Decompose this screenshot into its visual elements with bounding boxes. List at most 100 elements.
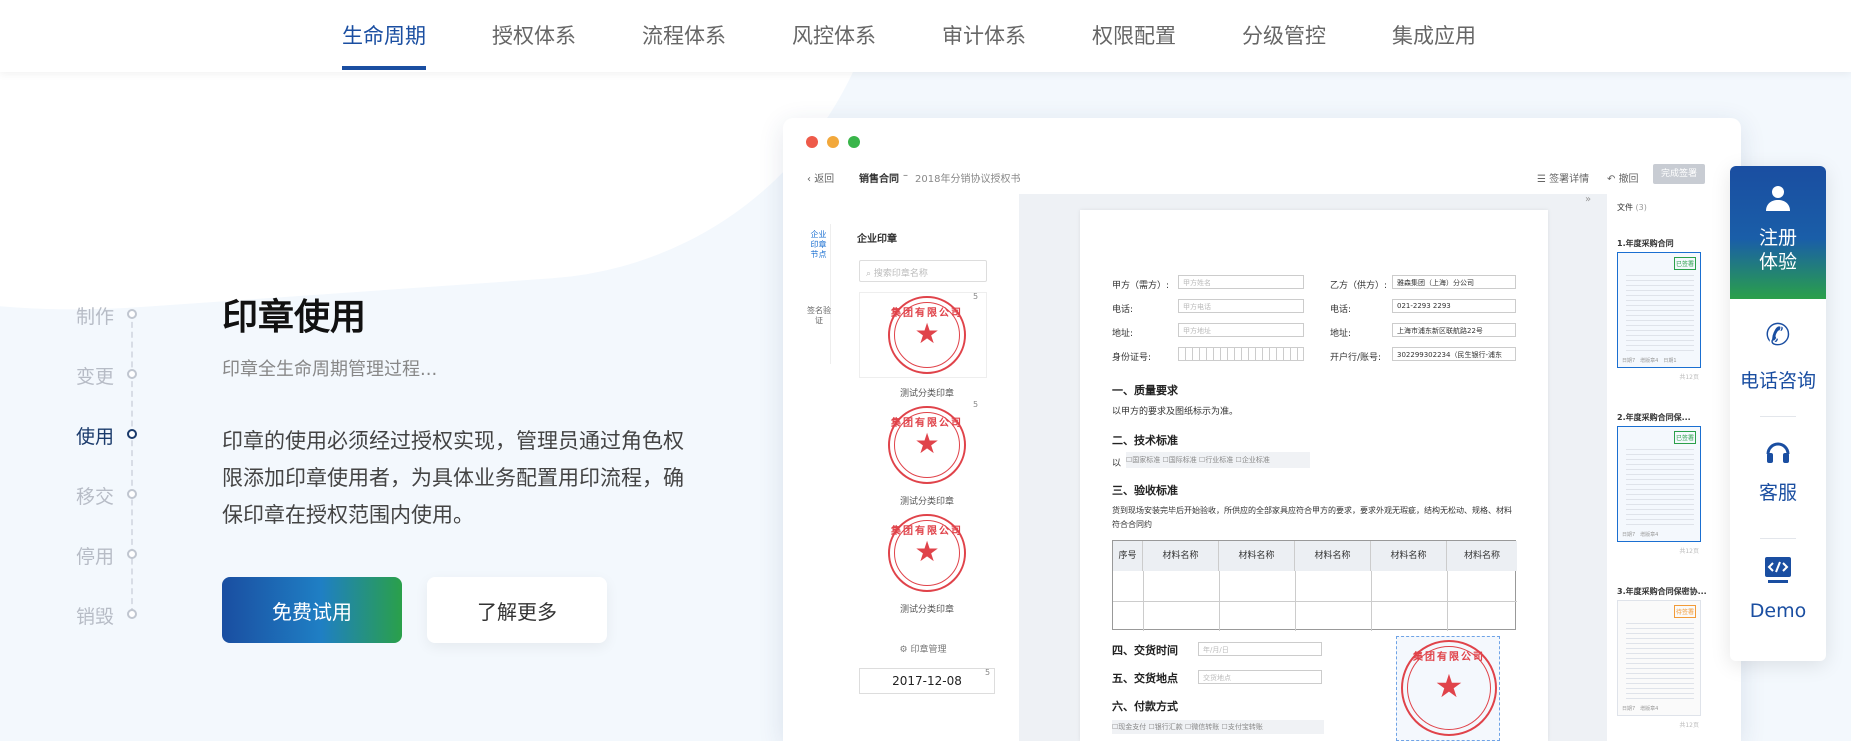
star-icon: ★ bbox=[914, 317, 940, 350]
tab-permissions[interactable]: 权限配置 bbox=[1092, 20, 1176, 50]
side-tab-stamps[interactable]: 企业印章节点 bbox=[807, 224, 831, 364]
timeline-suspend[interactable]: 停用 bbox=[76, 542, 114, 569]
timeline-change[interactable]: 变更 bbox=[76, 362, 114, 389]
register-button[interactable]: 注册体验 bbox=[1730, 166, 1826, 299]
phone-consult-button[interactable]: ✆ 电话咨询 bbox=[1730, 314, 1826, 404]
id-field[interactable] bbox=[1178, 347, 1304, 361]
timeline-dot bbox=[127, 369, 137, 379]
tech-options: ☐国家标准 ☐国际标准 ☐行业标准 ☐企业标准 bbox=[1126, 452, 1310, 468]
party-b-field[interactable]: 雅森集团（上海）分公司 bbox=[1392, 275, 1516, 289]
window-maximize-dot bbox=[848, 136, 860, 148]
file-thumbnail[interactable]: 待签署 日期7 增版章4 bbox=[1617, 600, 1701, 716]
timeline-destroy[interactable]: 销毁 bbox=[76, 602, 114, 629]
tab-integration[interactable]: 集成应用 bbox=[1392, 20, 1476, 50]
checkbox-option[interactable]: ☐国家标准 bbox=[1126, 456, 1163, 464]
stamp-search-input[interactable]: ⌕ 搜索印章名称 bbox=[859, 260, 987, 282]
bank-field[interactable]: 302299302234（民生银行-浦东 bbox=[1392, 347, 1516, 361]
addr-b-field[interactable]: 上海市浦东新区联航路22号 bbox=[1392, 323, 1516, 337]
phone-a-field[interactable]: 甲方电话 bbox=[1178, 299, 1304, 313]
collapse-icon[interactable]: » bbox=[1585, 194, 1591, 205]
side-tab-verify[interactable]: 签名验证 bbox=[807, 306, 831, 326]
addr-a-label: 地址: bbox=[1112, 329, 1134, 339]
file-name[interactable]: 2.年度采购合同保... bbox=[1617, 412, 1691, 423]
checkbox-option[interactable]: ☐企业标准 bbox=[1236, 456, 1270, 464]
file-panel: 文件 (3) » 1.年度采购合同 已签署 日期7 增版章4 日期1 共12页 … bbox=[1585, 194, 1727, 741]
page-preview bbox=[1626, 623, 1694, 703]
floating-contact-bar: 注册体验 ✆ 电话咨询 客服 Demo bbox=[1730, 166, 1826, 661]
date-field[interactable]: 2017-12-08 bbox=[859, 668, 995, 694]
page-title: 印章使用 bbox=[222, 297, 367, 338]
party-b-label: 乙方（供方）: bbox=[1330, 281, 1388, 291]
payment-options: ☐现金支付 ☐银行汇款 ☐微信转账 ☐支付宝转账 bbox=[1112, 720, 1324, 734]
table-header: 材料名称 bbox=[1447, 541, 1517, 571]
user-icon bbox=[1766, 186, 1790, 211]
back-link[interactable]: ‹ 返回 bbox=[807, 170, 834, 185]
stamp-image[interactable]: 集团有限公司 ★ bbox=[888, 406, 966, 484]
file-name[interactable]: 1.年度采购合同 bbox=[1617, 238, 1674, 249]
stamp-manage-link[interactable]: ⚙ 印章管理 bbox=[859, 642, 987, 655]
checkbox-option[interactable]: ☐银行汇款 bbox=[1149, 723, 1186, 731]
tab-risk-control[interactable]: 风控体系 bbox=[792, 20, 876, 50]
tab-lifecycle[interactable]: 生命周期 bbox=[342, 20, 426, 70]
table-col-divider bbox=[1295, 571, 1296, 631]
addr-a-field[interactable]: 甲方地址 bbox=[1178, 323, 1304, 337]
breadcrumb-main[interactable]: 销售合同 bbox=[859, 170, 899, 185]
checkbox-option[interactable]: ☐支付宝转账 bbox=[1222, 723, 1263, 731]
section-acceptance: 三、验收标准 bbox=[1112, 484, 1178, 497]
checkbox-option[interactable]: ☐行业标准 bbox=[1199, 456, 1236, 464]
finish-sign-button[interactable]: 完成签署 bbox=[1653, 164, 1705, 184]
phone-consult-label: 电话咨询 bbox=[1739, 370, 1816, 392]
stamp-count: 5 bbox=[973, 400, 979, 409]
file-thumbnail[interactable]: 已签署 日期7 增版章4 日期1 bbox=[1617, 252, 1701, 368]
file-name[interactable]: 3.年度采购合同保密协... bbox=[1617, 586, 1707, 597]
delivery-place-field[interactable]: 交货地点 bbox=[1198, 670, 1322, 684]
timeline-transfer[interactable]: 移交 bbox=[76, 482, 114, 509]
demo-button[interactable]: Demo bbox=[1730, 556, 1826, 646]
timeline-dot-active bbox=[127, 429, 137, 439]
tab-workflow[interactable]: 流程体系 bbox=[642, 20, 726, 50]
timeline-use[interactable]: 使用 bbox=[76, 422, 114, 449]
sign-detail-link[interactable]: ☰ 签署详情 bbox=[1537, 170, 1589, 185]
breadcrumb-sep: – bbox=[903, 170, 908, 181]
delivery-time-field[interactable]: 年/月/日 bbox=[1198, 642, 1322, 656]
free-trial-button[interactable]: 免费试用 bbox=[222, 577, 402, 643]
page-preview bbox=[1626, 449, 1694, 529]
checkbox-option[interactable]: ☐微信转账 bbox=[1185, 723, 1222, 731]
page-description: 印章的使用必须经过授权实现，管理员通过角色权限添加印章使用者，为具体业务配置用印… bbox=[222, 429, 684, 527]
stamp-label: 测试分类印章 bbox=[899, 389, 954, 399]
phone-b-field[interactable]: 021-2293 2293 bbox=[1392, 299, 1516, 313]
file-pages: 共12页 bbox=[1679, 722, 1699, 729]
customer-service-button[interactable]: 客服 bbox=[1730, 434, 1826, 524]
timeline-make[interactable]: 制作 bbox=[76, 302, 114, 329]
tab-audit[interactable]: 审计体系 bbox=[942, 20, 1026, 50]
phone-b-label: 电话: bbox=[1330, 305, 1352, 315]
tab-authorization[interactable]: 授权体系 bbox=[492, 20, 576, 50]
stamp-label: 测试分类印章 bbox=[899, 605, 954, 615]
acceptance-text: 货到现场安装完毕后开始验收，所供应的全部家具应符合甲方的要求，要求外观无瑕疵，结… bbox=[1112, 506, 1512, 529]
section-delivery-place: 五、交货地点 bbox=[1112, 672, 1178, 685]
section-payment: 六、付款方式 bbox=[1112, 700, 1178, 713]
stamp-count: 5 bbox=[973, 292, 979, 301]
star-icon: ★ bbox=[914, 427, 940, 460]
table-header: 序号 bbox=[1113, 541, 1143, 571]
undo-icon: ↶ bbox=[1607, 174, 1619, 185]
revoke-link[interactable]: ↶ 撤回 bbox=[1607, 170, 1639, 185]
checkbox-option[interactable]: ☐国际标准 bbox=[1163, 456, 1200, 464]
divider bbox=[1760, 416, 1796, 417]
timeline-dot bbox=[127, 309, 137, 319]
table-header: 材料名称 bbox=[1143, 541, 1219, 571]
stamp-image: 集团有限公司 ★ bbox=[888, 296, 966, 374]
date-count: 5 bbox=[985, 668, 991, 677]
file-thumbnail[interactable]: 已签署 日期7 增版章4 bbox=[1617, 426, 1701, 542]
tab-hierarchy[interactable]: 分级管控 bbox=[1242, 20, 1326, 50]
stamp-image[interactable]: 集团有限公司 ★ bbox=[888, 514, 966, 592]
party-a-field[interactable]: 甲方姓名 bbox=[1178, 275, 1304, 289]
table-header: 材料名称 bbox=[1371, 541, 1447, 571]
contract-document: 甲方（需方）: 甲方姓名 乙方（供方）: 雅森集团（上海）分公司 电话: 甲方电… bbox=[1080, 210, 1548, 741]
list-icon: ☰ bbox=[1537, 174, 1550, 185]
breadcrumb-doc[interactable]: 2018年分销协议授权书 bbox=[915, 170, 1020, 185]
learn-more-button[interactable]: 了解更多 bbox=[427, 577, 607, 643]
file-pages: 共12页 bbox=[1679, 548, 1699, 555]
checkbox-option[interactable]: ☐现金支付 bbox=[1112, 723, 1149, 731]
stamp-panel-title: 企业印章 bbox=[857, 234, 897, 245]
